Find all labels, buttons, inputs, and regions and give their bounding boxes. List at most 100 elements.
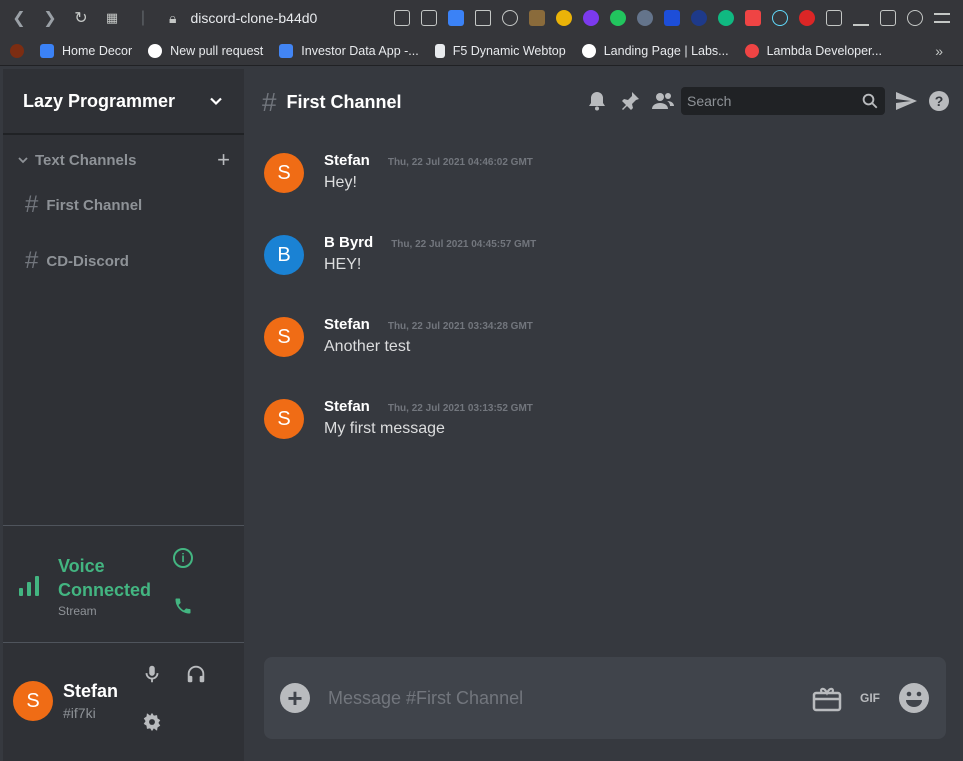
message-author[interactable]: Stefan (324, 316, 370, 333)
channel-item-first-channel[interactable]: # First Channel (3, 189, 244, 221)
url-text: discord-clone-b44d0 (190, 10, 318, 26)
message-author[interactable]: Stefan (324, 152, 370, 169)
add-channel-icon[interactable]: + (217, 147, 230, 173)
server-name: Lazy Programmer (23, 90, 176, 111)
bookmark-item[interactable]: Landing Page | Labs... (581, 43, 729, 58)
bookmark-item[interactable]: Home Decor (40, 43, 132, 58)
box-icon[interactable] (825, 10, 842, 26)
bookmark-label: Lambda Developer... (766, 43, 882, 58)
target-icon[interactable] (717, 10, 734, 26)
puzzle-red-icon[interactable] (744, 10, 761, 26)
message-timestamp: Thu, 22 Jul 2021 04:46:02 GMT (387, 157, 533, 168)
gif-button[interactable]: GIF (860, 691, 880, 705)
message-input[interactable] (328, 687, 794, 709)
message-author-row: Stefan Thu, 22 Jul 2021 04:46:02 GMT (324, 152, 533, 169)
bell-icon[interactable] (585, 89, 609, 113)
hash-icon: # (25, 247, 39, 274)
message-timestamp: Thu, 22 Jul 2021 03:13:52 GMT (387, 403, 533, 414)
avatar[interactable]: S (264, 317, 304, 357)
page-title: First Channel (286, 91, 402, 112)
message-author[interactable]: Stefan (324, 398, 370, 415)
bookmark-label: Investor Data App -... (301, 43, 419, 58)
hash-icon: # (262, 86, 277, 117)
address-bar[interactable]: 🔒︎ discord-clone-b44d0 (169, 5, 317, 31)
shield-icon[interactable] (447, 10, 464, 26)
headphones-icon[interactable] (185, 663, 207, 685)
bookmark-item[interactable]: Investor Data App -... (279, 43, 419, 58)
bookmark-label: F5 Dynamic Webtop (452, 43, 566, 58)
circle-ext-icon[interactable] (636, 10, 653, 26)
avatar[interactable]: S (264, 153, 304, 193)
camera-icon[interactable] (420, 10, 437, 26)
triangle-ext-icon[interactable] (690, 10, 707, 26)
menu-icon[interactable] (933, 13, 950, 23)
phone-icon[interactable] (173, 596, 193, 616)
battery-icon[interactable] (879, 10, 896, 26)
help-icon[interactable]: ? (927, 89, 951, 113)
voice-status-panel: Voice Connected Stream i (3, 525, 244, 643)
channel-item-cd-discord[interactable]: # CD-Discord (3, 245, 244, 277)
reload-icon[interactable]: ↻ (70, 7, 92, 29)
feather-icon[interactable] (582, 10, 599, 26)
chrome-icon[interactable] (555, 10, 572, 26)
extension-bar (388, 10, 955, 26)
avatar[interactable]: B (264, 235, 304, 275)
chat-area: # First Channel Search ? S Stefan Thu, 22… (244, 69, 963, 761)
message-author-row: Stefan Thu, 22 Jul 2021 03:13:52 GMT (324, 398, 533, 415)
page-icon (434, 43, 445, 58)
profile-icon[interactable] (906, 10, 923, 26)
info-icon[interactable]: i (173, 548, 193, 568)
grid-icon[interactable]: ▦ (101, 7, 123, 29)
react-icon[interactable] (771, 10, 788, 26)
emoji-icon[interactable] (898, 682, 930, 714)
extension-cube-icon[interactable] (528, 10, 545, 26)
message-text: My first message (324, 420, 445, 437)
bookmark-label: Landing Page | Labs... (603, 43, 729, 58)
bookmark-item[interactable] (10, 43, 32, 58)
separator: | (140, 9, 146, 26)
bookmarks-more-icon[interactable]: » (935, 43, 943, 59)
gear-icon[interactable] (141, 711, 163, 733)
message-timestamp: Thu, 22 Jul 2021 04:45:57 GMT (391, 239, 537, 250)
message-text: HEY! (324, 256, 362, 273)
pin-icon[interactable] (618, 89, 642, 113)
browser-toolbar: ❮ ❯ ↻ ▦ | 🔒︎ discord-clone-b44d0 (0, 0, 963, 36)
forward-icon[interactable]: ❯ (39, 7, 61, 29)
user-panel: S Stefan #if7ki (3, 643, 244, 761)
bookmark-item[interactable]: New pull request (148, 43, 263, 58)
hash-icon: # (25, 191, 39, 218)
bookmark-favicon-icon (40, 43, 54, 58)
category-text-channels[interactable]: Text Channels + (3, 147, 244, 173)
gift-icon[interactable] (812, 684, 842, 712)
microphone-icon[interactable] (141, 663, 163, 685)
message-text: Another test (324, 338, 411, 355)
back-icon[interactable]: ❮ (8, 7, 30, 29)
avatar[interactable]: S (264, 399, 304, 439)
heart-icon[interactable] (501, 10, 518, 26)
github-icon (148, 43, 163, 58)
message-timestamp: Thu, 22 Jul 2021 03:34:28 GMT (387, 321, 533, 332)
message-text: Hey! (324, 174, 357, 191)
message-author-row: B Byrd Thu, 22 Jul 2021 04:45:57 GMT (324, 234, 536, 251)
add-attachment-button[interactable]: + (280, 683, 310, 713)
download-icon[interactable] (852, 10, 869, 26)
server-header[interactable]: Lazy Programmer (3, 69, 244, 135)
channel-name: CD-Discord (46, 252, 129, 270)
members-icon[interactable] (651, 89, 675, 113)
search-input[interactable]: Search (681, 87, 885, 115)
bookmark-item[interactable]: F5 Dynamic Webtop (434, 43, 566, 58)
send-icon[interactable] (474, 10, 491, 26)
message-author[interactable]: B Byrd (324, 234, 373, 251)
user-tag: #if7ki (63, 705, 96, 721)
voice-substatus: Stream (58, 604, 97, 618)
bookmark-item[interactable]: Lambda Developer... (744, 43, 882, 58)
send-icon[interactable] (894, 89, 918, 113)
pushbullet-icon[interactable] (609, 10, 626, 26)
key-icon[interactable] (663, 10, 680, 26)
b-ext-icon[interactable] (798, 10, 815, 26)
share-icon[interactable] (393, 10, 410, 26)
message-composer: + GIF (264, 657, 946, 739)
message-author-row: Stefan Thu, 22 Jul 2021 03:34:28 GMT (324, 316, 533, 333)
message-item: S Stefan Thu, 22 Jul 2021 03:34:28 GMT An… (244, 313, 963, 395)
avatar[interactable]: S (13, 681, 53, 721)
